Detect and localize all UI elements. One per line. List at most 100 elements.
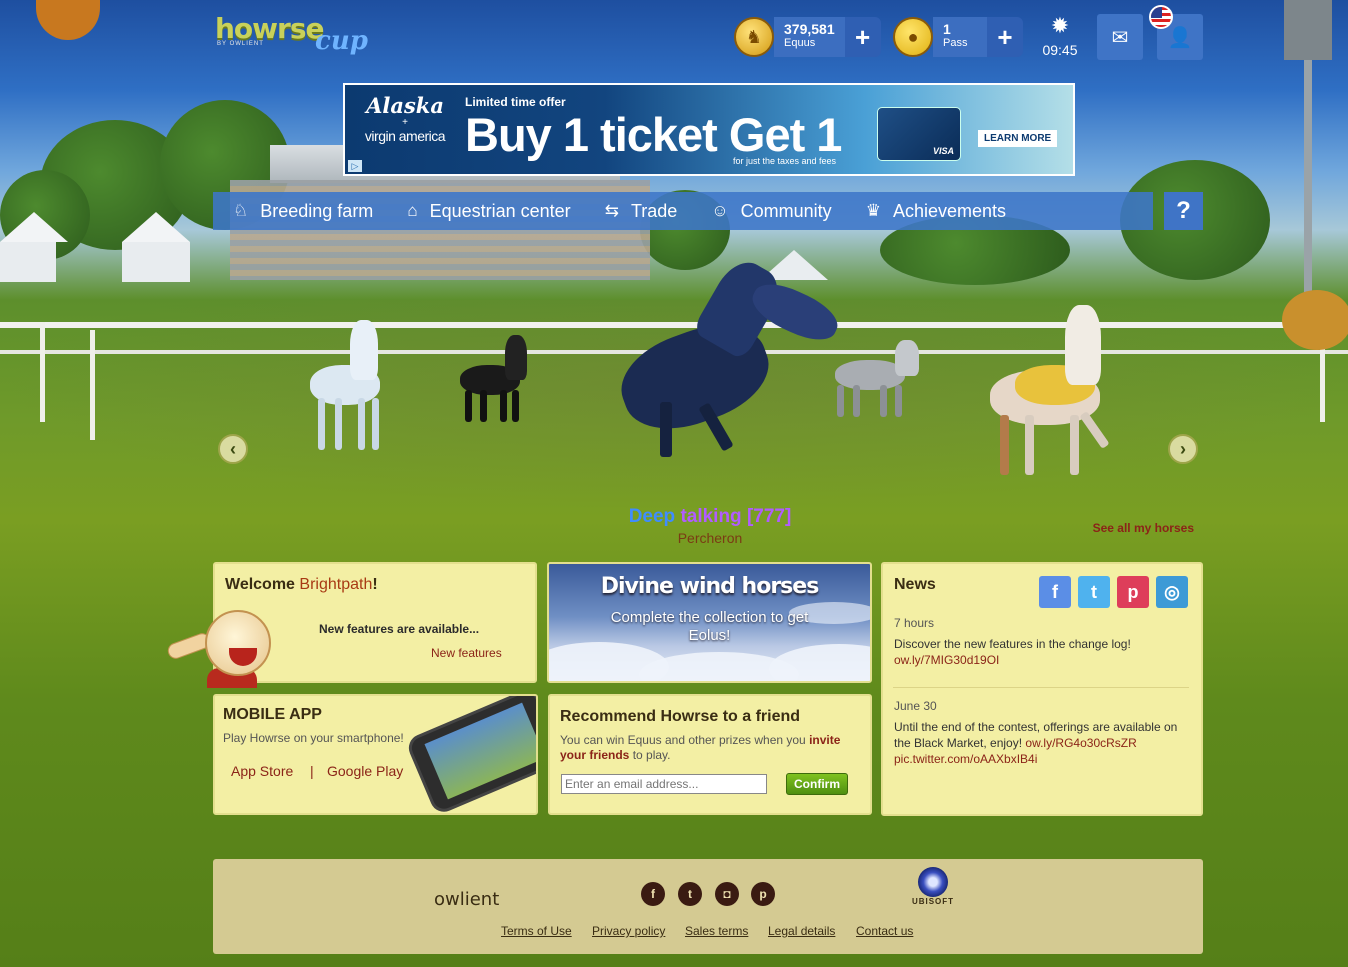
horse-name-part: talking	[680, 506, 742, 527]
divine-wind-horses-banner[interactable]: Divine wind horses Complete the collecti…	[547, 562, 872, 683]
news-title: News	[894, 576, 936, 593]
equus-counter: ♞ 379,581 Equus +	[734, 14, 881, 60]
welcome-exclaim: !	[372, 576, 378, 593]
nav-equestrian-center[interactable]: ⌂ Equestrian center	[387, 192, 584, 230]
pass-info: 1 Pass	[933, 17, 987, 57]
pass-counter: ● 1 Pass +	[893, 14, 1023, 60]
main-navigation: ♘ Breeding farm ⌂ Equestrian center ⇆ Tr…	[213, 192, 1153, 230]
previous-horse-button[interactable]: ‹	[218, 434, 248, 464]
equus-info: 379,581 Equus	[774, 17, 845, 57]
terms-of-use-link[interactable]: Terms of Use	[501, 924, 572, 938]
ad-brand-virgin: virgin america	[364, 128, 446, 144]
recommend-panel: Recommend Howrse to a friend You can win…	[548, 694, 872, 815]
nav-label: Trade	[630, 200, 678, 221]
next-horse-button[interactable]: ›	[1168, 434, 1198, 464]
advertisement-banner[interactable]: Alaska + virgin america Limited time off…	[343, 83, 1075, 176]
recommend-text: You can win Equus and other prizes when …	[560, 733, 850, 763]
legal-details-link[interactable]: Legal details	[768, 924, 835, 938]
mascot-image	[165, 610, 287, 688]
credit-card-image: VISA	[877, 107, 961, 161]
google-play-link[interactable]: Google Play	[327, 763, 403, 779]
divine-title: Divine wind horses	[600, 574, 820, 599]
trophy-icon: ♛	[865, 201, 881, 220]
twitter-icon[interactable]: t	[1078, 576, 1110, 608]
sales-terms-link[interactable]: Sales terms	[685, 924, 748, 938]
pinterest-icon[interactable]: p	[1117, 576, 1149, 608]
trade-icon: ⇆	[604, 201, 619, 220]
horse-3-image	[825, 335, 935, 420]
new-features-link[interactable]: New features	[431, 646, 502, 660]
messages-button[interactable]: ✉	[1097, 14, 1143, 60]
confirm-button[interactable]: Confirm	[786, 773, 848, 795]
community-icon: ☺	[711, 201, 729, 220]
horse-name-part: [777]	[746, 506, 792, 527]
help-button[interactable]: ?	[1164, 192, 1203, 230]
horse-featured-image	[600, 253, 850, 462]
logo-cup-text: cup	[315, 26, 368, 56]
news-link[interactable]: pic.twitter.com/oAAXbxIB4i	[894, 751, 1192, 767]
footer-instagram-icon[interactable]: ◘	[715, 882, 739, 906]
footer-twitter-icon[interactable]: t	[678, 882, 702, 906]
welcome-text: Welcome	[225, 576, 295, 593]
friend-email-input[interactable]	[561, 774, 767, 794]
see-all-horses-link[interactable]: See all my horses	[1060, 521, 1194, 535]
instagram-icon[interactable]: ◎	[1156, 576, 1188, 608]
ad-fine-print: for just the taxes and fees	[733, 156, 837, 166]
recommend-text-part: to play.	[632, 748, 671, 762]
us-flag-icon[interactable]	[1149, 5, 1173, 29]
footer-facebook-icon[interactable]: f	[641, 882, 665, 906]
nav-label: Community	[740, 200, 832, 221]
maple-leaf-icon: ✹	[1050, 13, 1070, 38]
owlient-logo[interactable]: owlient	[434, 889, 499, 910]
nav-achievements[interactable]: ♛ Achievements	[846, 192, 1020, 230]
horse-2-image	[450, 330, 540, 425]
logo-by-text: BY OWLIENT	[217, 41, 264, 47]
horse-1-image	[280, 310, 400, 460]
equus-value: 379,581	[784, 21, 835, 37]
divine-subtitle: Complete the collection to get Eolus!	[610, 609, 809, 644]
recommend-title: Recommend Howrse to a friend	[560, 708, 801, 725]
howrse-cup-logo[interactable]: howrse cup BY OWLIENT	[215, 12, 375, 56]
featured-horse-name[interactable]: Deep talking [777]	[560, 506, 860, 528]
news-link[interactable]: ow.ly/RG4o30cRsZR	[1025, 736, 1136, 750]
game-clock: ✹ 09:45	[1036, 13, 1084, 59]
chevron-left-icon: ‹	[230, 438, 236, 459]
pass-coins-icon: ●	[893, 17, 933, 57]
facebook-icon[interactable]: f	[1039, 576, 1071, 608]
horse-name-part: Deep	[628, 506, 676, 527]
ad-learn-more-button[interactable]: LEARN MORE	[978, 130, 1058, 147]
smartphone-image	[404, 696, 536, 813]
horse-head-icon: ♘	[233, 201, 249, 220]
nav-community[interactable]: ☺ Community	[691, 192, 845, 230]
equus-label: Equus	[784, 37, 816, 49]
pass-label: Pass	[943, 37, 968, 49]
adchoices-icon[interactable]: ▷	[348, 160, 362, 172]
contact-us-link[interactable]: Contact us	[856, 924, 913, 938]
ubisoft-swirl-icon	[918, 867, 948, 897]
news-item: Discover the new features in the change …	[894, 636, 1192, 668]
stable-icon: ⌂	[407, 201, 418, 220]
buy-pass-button[interactable]: +	[987, 17, 1023, 57]
ad-brand: Alaska + virgin america	[355, 93, 455, 144]
mobile-app-panel: MOBILE APP Play Howrse on your smartphon…	[213, 694, 538, 815]
app-store-link[interactable]: App Store	[231, 763, 293, 779]
welcome-panel: Welcome Brightpath! New features are ava…	[165, 562, 537, 688]
nav-trade[interactable]: ⇆ Trade	[585, 192, 692, 230]
clock-time: 09:45	[1042, 42, 1078, 58]
news-time: 7 hours	[894, 616, 935, 630]
nav-breeding-farm[interactable]: ♘ Breeding farm	[213, 192, 387, 230]
privacy-policy-link[interactable]: Privacy policy	[592, 924, 665, 938]
news-item: Until the end of the contest, offerings …	[894, 719, 1192, 767]
buy-equus-button[interactable]: +	[844, 17, 881, 57]
footer: owlient f t ◘ p UBISOFT Terms of Use Pri…	[213, 859, 1203, 954]
ubisoft-logo[interactable]: UBISOFT	[905, 867, 961, 906]
mobile-app-title: MOBILE APP	[223, 706, 322, 723]
envelope-icon: ✉	[1111, 26, 1129, 49]
visa-logo: VISA	[932, 146, 954, 156]
mobile-app-subtitle: Play Howrse on your smartphone!	[223, 731, 404, 745]
news-link[interactable]: ow.ly/7MIG30d19OI	[894, 652, 1192, 668]
footer-pinterest-icon[interactable]: p	[751, 882, 775, 906]
horse-4-image	[975, 305, 1135, 480]
nav-label: Achievements	[892, 200, 1006, 221]
ad-headline: Buy 1 ticket Get 1	[465, 108, 842, 161]
